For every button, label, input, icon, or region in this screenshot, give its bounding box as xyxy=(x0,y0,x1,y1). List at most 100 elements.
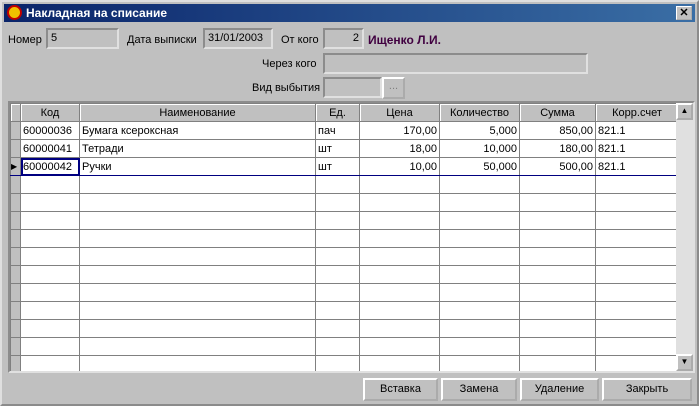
cell-price[interactable] xyxy=(359,301,440,320)
column-header-unit[interactable]: Ед. xyxy=(315,103,360,122)
cell-account[interactable]: 821.1 xyxy=(595,157,679,176)
cell-sum[interactable]: 500,00 xyxy=(519,157,596,176)
cell-name[interactable] xyxy=(79,355,316,371)
cell-code[interactable] xyxy=(20,229,80,248)
empty-row[interactable] xyxy=(10,229,679,248)
cell-unit[interactable] xyxy=(315,301,360,320)
cell-quantity[interactable]: 5,000 xyxy=(439,121,520,140)
cell-quantity[interactable] xyxy=(439,337,520,356)
cell-quantity[interactable]: 50,000 xyxy=(439,157,520,176)
cell-code[interactable] xyxy=(20,211,80,230)
empty-row[interactable] xyxy=(10,337,679,356)
empty-row[interactable] xyxy=(10,319,679,338)
cell-name[interactable] xyxy=(79,337,316,356)
row-indicator[interactable] xyxy=(10,193,21,212)
cell-price[interactable] xyxy=(359,319,440,338)
column-header-sum[interactable]: Сумма xyxy=(519,103,596,122)
cell-price[interactable] xyxy=(359,265,440,284)
close-window-button[interactable]: ✕ xyxy=(676,6,692,20)
cell-account[interactable] xyxy=(595,229,679,248)
cell-price[interactable] xyxy=(359,337,440,356)
cell-code[interactable] xyxy=(20,175,80,194)
cell-name[interactable] xyxy=(79,229,316,248)
cell-unit[interactable] xyxy=(315,211,360,230)
row-indicator[interactable] xyxy=(10,229,21,248)
date-field[interactable]: 31/01/2003 xyxy=(203,28,273,49)
cell-account[interactable] xyxy=(595,175,679,194)
cell-quantity[interactable] xyxy=(439,319,520,338)
cell-code[interactable] xyxy=(20,337,80,356)
cell-unit[interactable]: пач xyxy=(315,121,360,140)
column-header-quantity[interactable]: Количество xyxy=(439,103,520,122)
close-button[interactable]: Закрыть xyxy=(602,378,692,401)
cell-name[interactable] xyxy=(79,301,316,320)
empty-row[interactable] xyxy=(10,355,679,371)
cell-sum[interactable] xyxy=(519,211,596,230)
cell-sum[interactable] xyxy=(519,301,596,320)
cell-code[interactable] xyxy=(20,355,80,371)
cell-quantity[interactable] xyxy=(439,193,520,212)
cell-unit[interactable] xyxy=(315,247,360,266)
cell-unit[interactable] xyxy=(315,337,360,356)
cell-sum[interactable] xyxy=(519,247,596,266)
empty-row[interactable] xyxy=(10,175,679,194)
cell-sum[interactable]: 180,00 xyxy=(519,139,596,158)
cell-account[interactable] xyxy=(595,211,679,230)
delete-button[interactable]: Удаление xyxy=(520,378,599,401)
cell-code[interactable] xyxy=(20,301,80,320)
cell-unit[interactable]: шт xyxy=(315,157,360,176)
row-indicator[interactable] xyxy=(10,355,21,371)
browse-button[interactable]: ... xyxy=(382,77,405,99)
empty-row[interactable] xyxy=(10,193,679,212)
cell-account[interactable] xyxy=(595,355,679,371)
cell-unit[interactable] xyxy=(315,229,360,248)
cell-name[interactable] xyxy=(79,283,316,302)
row-indicator[interactable] xyxy=(10,265,21,284)
scroll-down-button[interactable]: ▼ xyxy=(676,354,693,371)
cell-name[interactable] xyxy=(79,211,316,230)
cell-account[interactable]: 821.1 xyxy=(595,139,679,158)
cell-account[interactable] xyxy=(595,319,679,338)
cell-sum[interactable] xyxy=(519,355,596,371)
row-indicator[interactable] xyxy=(10,247,21,266)
cell-account[interactable] xyxy=(595,283,679,302)
column-header-code[interactable]: Код xyxy=(20,103,80,122)
cell-sum[interactable] xyxy=(519,283,596,302)
replace-button[interactable]: Замена xyxy=(441,378,517,401)
cell-sum[interactable]: 850,00 xyxy=(519,121,596,140)
cell-name[interactable] xyxy=(79,175,316,194)
empty-row[interactable] xyxy=(10,211,679,230)
row-indicator[interactable] xyxy=(10,301,21,320)
cell-name[interactable] xyxy=(79,319,316,338)
row-indicator[interactable] xyxy=(10,139,21,158)
empty-row[interactable] xyxy=(10,283,679,302)
cell-account[interactable] xyxy=(595,301,679,320)
row-indicator[interactable] xyxy=(10,337,21,356)
cell-name[interactable]: Бумага ксероксная xyxy=(79,121,316,140)
cell-price[interactable] xyxy=(359,193,440,212)
cell-unit[interactable] xyxy=(315,175,360,194)
cell-sum[interactable] xyxy=(519,337,596,356)
cell-code[interactable]: 60000042 xyxy=(20,157,80,176)
cell-price[interactable] xyxy=(359,283,440,302)
column-header-name[interactable]: Наименование xyxy=(79,103,316,122)
scroll-up-button[interactable]: ▲ xyxy=(676,103,693,120)
cell-code[interactable]: 60000041 xyxy=(20,139,80,158)
cell-code[interactable] xyxy=(20,283,80,302)
cell-code[interactable] xyxy=(20,247,80,266)
row-indicator[interactable] xyxy=(10,121,21,140)
cell-sum[interactable] xyxy=(519,319,596,338)
disposal-type-field[interactable] xyxy=(323,77,382,98)
cell-unit[interactable]: шт xyxy=(315,139,360,158)
cell-price[interactable]: 18,00 xyxy=(359,139,440,158)
cell-account[interactable] xyxy=(595,247,679,266)
cell-sum[interactable] xyxy=(519,229,596,248)
row-indicator[interactable] xyxy=(10,211,21,230)
cell-price[interactable]: 170,00 xyxy=(359,121,440,140)
table-row[interactable]: 60000041 Тетради шт 18,00 10,000 180,00 821.1 xyxy=(10,139,679,158)
cell-unit[interactable] xyxy=(315,193,360,212)
cell-price[interactable] xyxy=(359,229,440,248)
cell-price[interactable] xyxy=(359,175,440,194)
cell-code[interactable] xyxy=(20,193,80,212)
cell-price[interactable] xyxy=(359,355,440,371)
